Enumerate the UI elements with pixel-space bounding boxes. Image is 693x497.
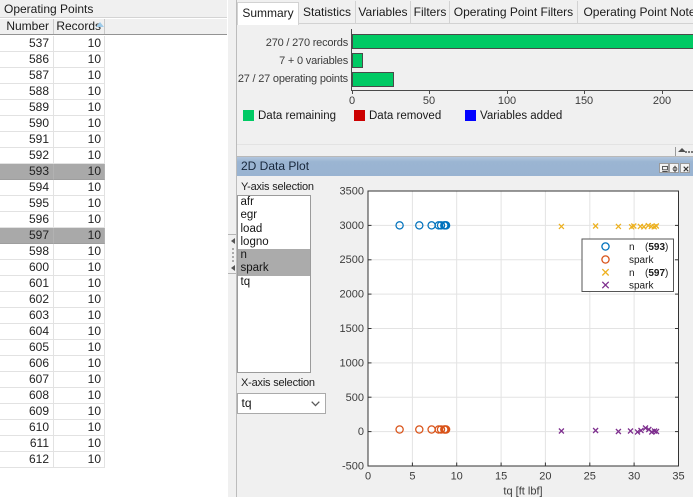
svg-text:15: 15 [495,471,507,483]
svg-text:3500: 3500 [340,186,364,198]
svg-text:20: 20 [539,471,551,483]
svg-text:30: 30 [628,471,640,483]
svg-text:2500: 2500 [340,254,364,266]
svg-text:spark: spark [629,281,654,292]
svg-text:0: 0 [358,426,364,438]
svg-text:500: 500 [346,392,364,404]
svg-text:0: 0 [365,471,371,483]
svg-text:1000: 1000 [340,357,364,369]
svg-text:35: 35 [672,471,684,483]
svg-text:1500: 1500 [340,323,364,335]
svg-text:(597): (597) [645,268,668,279]
svg-text:2000: 2000 [340,289,364,301]
svg-text:(593): (593) [645,242,668,253]
svg-text:n: n [629,242,635,253]
svg-text:spark: spark [629,255,654,266]
svg-text:3000: 3000 [340,220,364,232]
svg-text:tq [ft lbf]: tq [ft lbf] [503,486,542,497]
svg-text:5: 5 [409,471,415,483]
svg-text:25: 25 [584,471,596,483]
svg-text:-500: -500 [342,461,364,473]
svg-text:n: n [629,268,635,279]
svg-text:10: 10 [451,471,463,483]
